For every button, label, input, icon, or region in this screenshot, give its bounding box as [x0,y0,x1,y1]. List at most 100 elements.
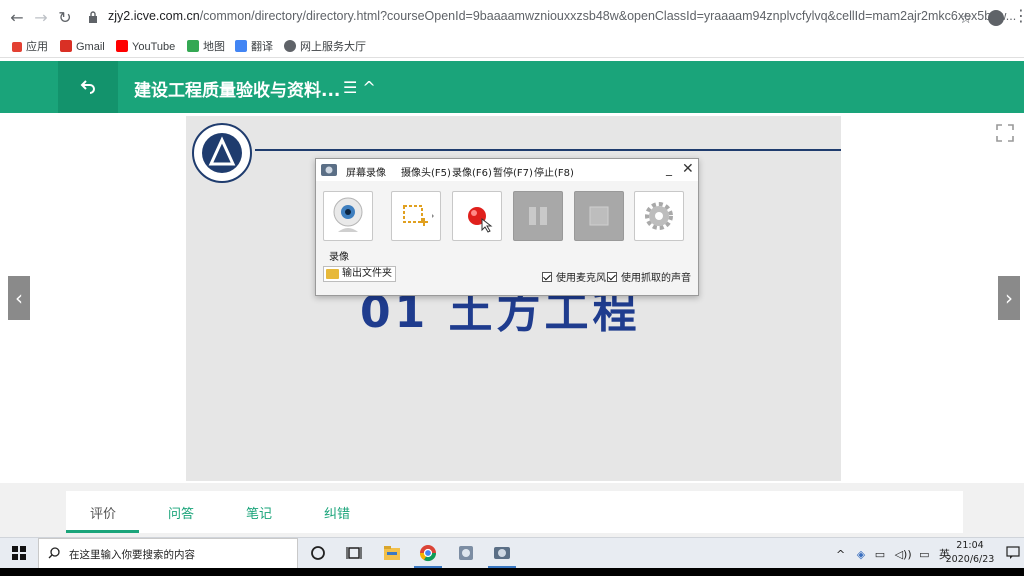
captured-audio-checkbox[interactable]: 使用抓取的声音 [607,269,691,284]
camera-label: 录像 [329,252,349,263]
clock[interactable]: 21:04 2020/6/23 [944,539,996,567]
select-region-button[interactable] [391,191,441,241]
more-menu-icon[interactable]: ⋮ [1013,8,1024,24]
pause-icon [529,207,547,225]
fullscreen-icon[interactable] [996,124,1014,142]
course-title: 建设工程质量验收与资料... [134,81,341,101]
notification-icon[interactable] [1006,546,1020,559]
minimize-button[interactable]: _ [666,162,672,176]
bookmarks-bar: 应用 Gmail YouTube 地图 翻译 网上服务大厅 [0,36,1024,58]
gear-icon [645,202,673,230]
system-tray: ^ ◈ ▭ ◁)) ▭ 英 [836,546,950,562]
volume-icon[interactable]: ◁)) [895,548,912,561]
clock-time: 21:04 [956,540,984,551]
bookmark-apps[interactable]: 应用 [12,39,48,55]
region-select-icon [403,205,434,226]
letterbox-bar [0,568,1024,576]
forward-arrow-icon[interactable]: → [32,9,50,27]
task-view-icon[interactable] [344,543,364,563]
return-button[interactable] [58,61,118,113]
pause-button[interactable] [513,191,563,241]
slide-divider [255,149,841,151]
menu-record[interactable]: 录像(F6) [452,164,492,179]
apps-grid-icon [12,42,22,52]
tab-qa[interactable]: 问答 [168,503,194,522]
prev-slide-button[interactable]: ‹ [8,276,30,320]
taskbar-search[interactable]: 在这里输入你要搜索的内容 [38,538,298,569]
gmail-icon [60,40,72,52]
network-icon[interactable]: ▭ [875,548,885,561]
cortana-icon[interactable] [308,543,328,563]
tab-evaluation[interactable]: 评价 [90,503,116,522]
bookmark-label: 应用 [26,41,48,53]
bookmark-label: 翻译 [251,41,273,53]
bookmark-service-hall[interactable]: 网上服务大厅 [284,39,366,55]
output-folder-button[interactable]: 输出文件夹 [323,266,396,282]
folder-icon [326,269,339,279]
menu-camera[interactable]: 摄像头(F5) [401,164,451,179]
bookmark-star-icon[interactable]: ☆ [959,9,972,27]
menu-pause[interactable]: 暂停(F7) [493,164,533,179]
tab-notes[interactable]: 笔记 [246,503,272,522]
recorder-title: 屏幕录像 [346,168,386,179]
bookmark-gmail[interactable]: Gmail [60,39,105,55]
windows-start-icon[interactable] [12,546,26,560]
recorder-titlebar: 屏幕录像 摄像头(F5) 录像(F6) 暂停(F7) 停止(F8) _ ✕ [316,159,698,181]
screen-recorder-taskbar-icon[interactable] [492,543,512,563]
checkbox-label: 使用抓取的声音 [621,273,691,284]
back-arrow-icon[interactable]: ← [8,9,26,27]
search-placeholder: 在这里输入你要搜索的内容 [69,549,195,561]
bookmark-label: 地图 [203,41,225,53]
app-icon[interactable] [456,543,476,563]
bookmark-maps[interactable]: 地图 [187,39,225,55]
lock-icon [89,11,97,23]
stop-button[interactable] [574,191,624,241]
active-tab-indicator [66,530,139,533]
course-header: 建设工程质量验收与资料... ☰ ^ [0,61,1024,113]
bookmark-youtube[interactable]: YouTube [116,39,175,55]
screen: ← → ↻ zjy2.icve.com.cn/common/directory/… [0,0,1024,576]
clock-date: 2020/6/23 [945,554,995,565]
recorder-app-icon [321,164,337,176]
record-button[interactable] [452,191,502,241]
next-slide-button[interactable]: › [998,276,1020,320]
return-arrow-icon [80,80,95,94]
stop-icon [589,206,609,226]
microphone-checkbox[interactable]: 使用麦克风 [542,269,606,284]
screen-recorder-window: 屏幕录像 摄像头(F5) 录像(F6) 暂停(F7) 停止(F8) _ ✕ 录像 [315,158,699,296]
chrome-icon[interactable] [418,543,438,563]
output-folder-label: 输出文件夹 [342,268,392,279]
menu-stop[interactable]: 停止(F8) [534,164,574,179]
webcam-button[interactable] [323,191,373,241]
close-button[interactable]: ✕ [682,161,694,177]
checkbox-checked[interactable] [607,272,617,282]
webcam-icon [333,197,363,232]
browser-toolbar: ← → ↻ zjy2.icve.com.cn/common/directory/… [0,0,1024,36]
translate-icon [235,40,247,52]
directory-toggle-button[interactable]: ☰ ^ [343,78,376,97]
bookmark-label: Gmail [76,41,105,53]
bookmark-label: YouTube [132,41,176,53]
record-icon [468,207,493,233]
tab-corrections[interactable]: 纠错 [324,503,350,522]
file-explorer-icon[interactable] [382,543,402,563]
url-host: zjy2.icve.com.cn [108,9,200,23]
windows-taskbar: 在这里输入你要搜索的内容 ^ ◈ ▭ ◁)) ▭ 英 21:04 2020/6/… [0,537,1024,569]
reload-icon[interactable]: ↻ [56,9,74,27]
account-icon[interactable] [988,10,1004,26]
url-text: zjy2.icve.com.cn/common/directory/direct… [108,9,1016,23]
address-bar[interactable]: zjy2.icve.com.cn/common/directory/direct… [82,6,1016,30]
globe-icon [284,40,296,52]
checkbox-checked[interactable] [542,272,552,282]
college-logo-icon [192,123,252,183]
maps-icon [187,40,199,52]
checkbox-label: 使用麦克风 [556,273,606,284]
tabs-panel: 评价 问答 笔记 纠错 [66,491,963,533]
battery-icon[interactable]: ▭ [919,548,929,561]
url-path: /common/directory/directory.html?courseO… [199,9,1017,23]
chevron-up-icon[interactable]: ^ [836,548,845,561]
youtube-icon [116,40,128,52]
bookmark-translate[interactable]: 翻译 [235,39,273,55]
shield-icon[interactable]: ◈ [857,548,865,561]
settings-button[interactable] [634,191,684,241]
